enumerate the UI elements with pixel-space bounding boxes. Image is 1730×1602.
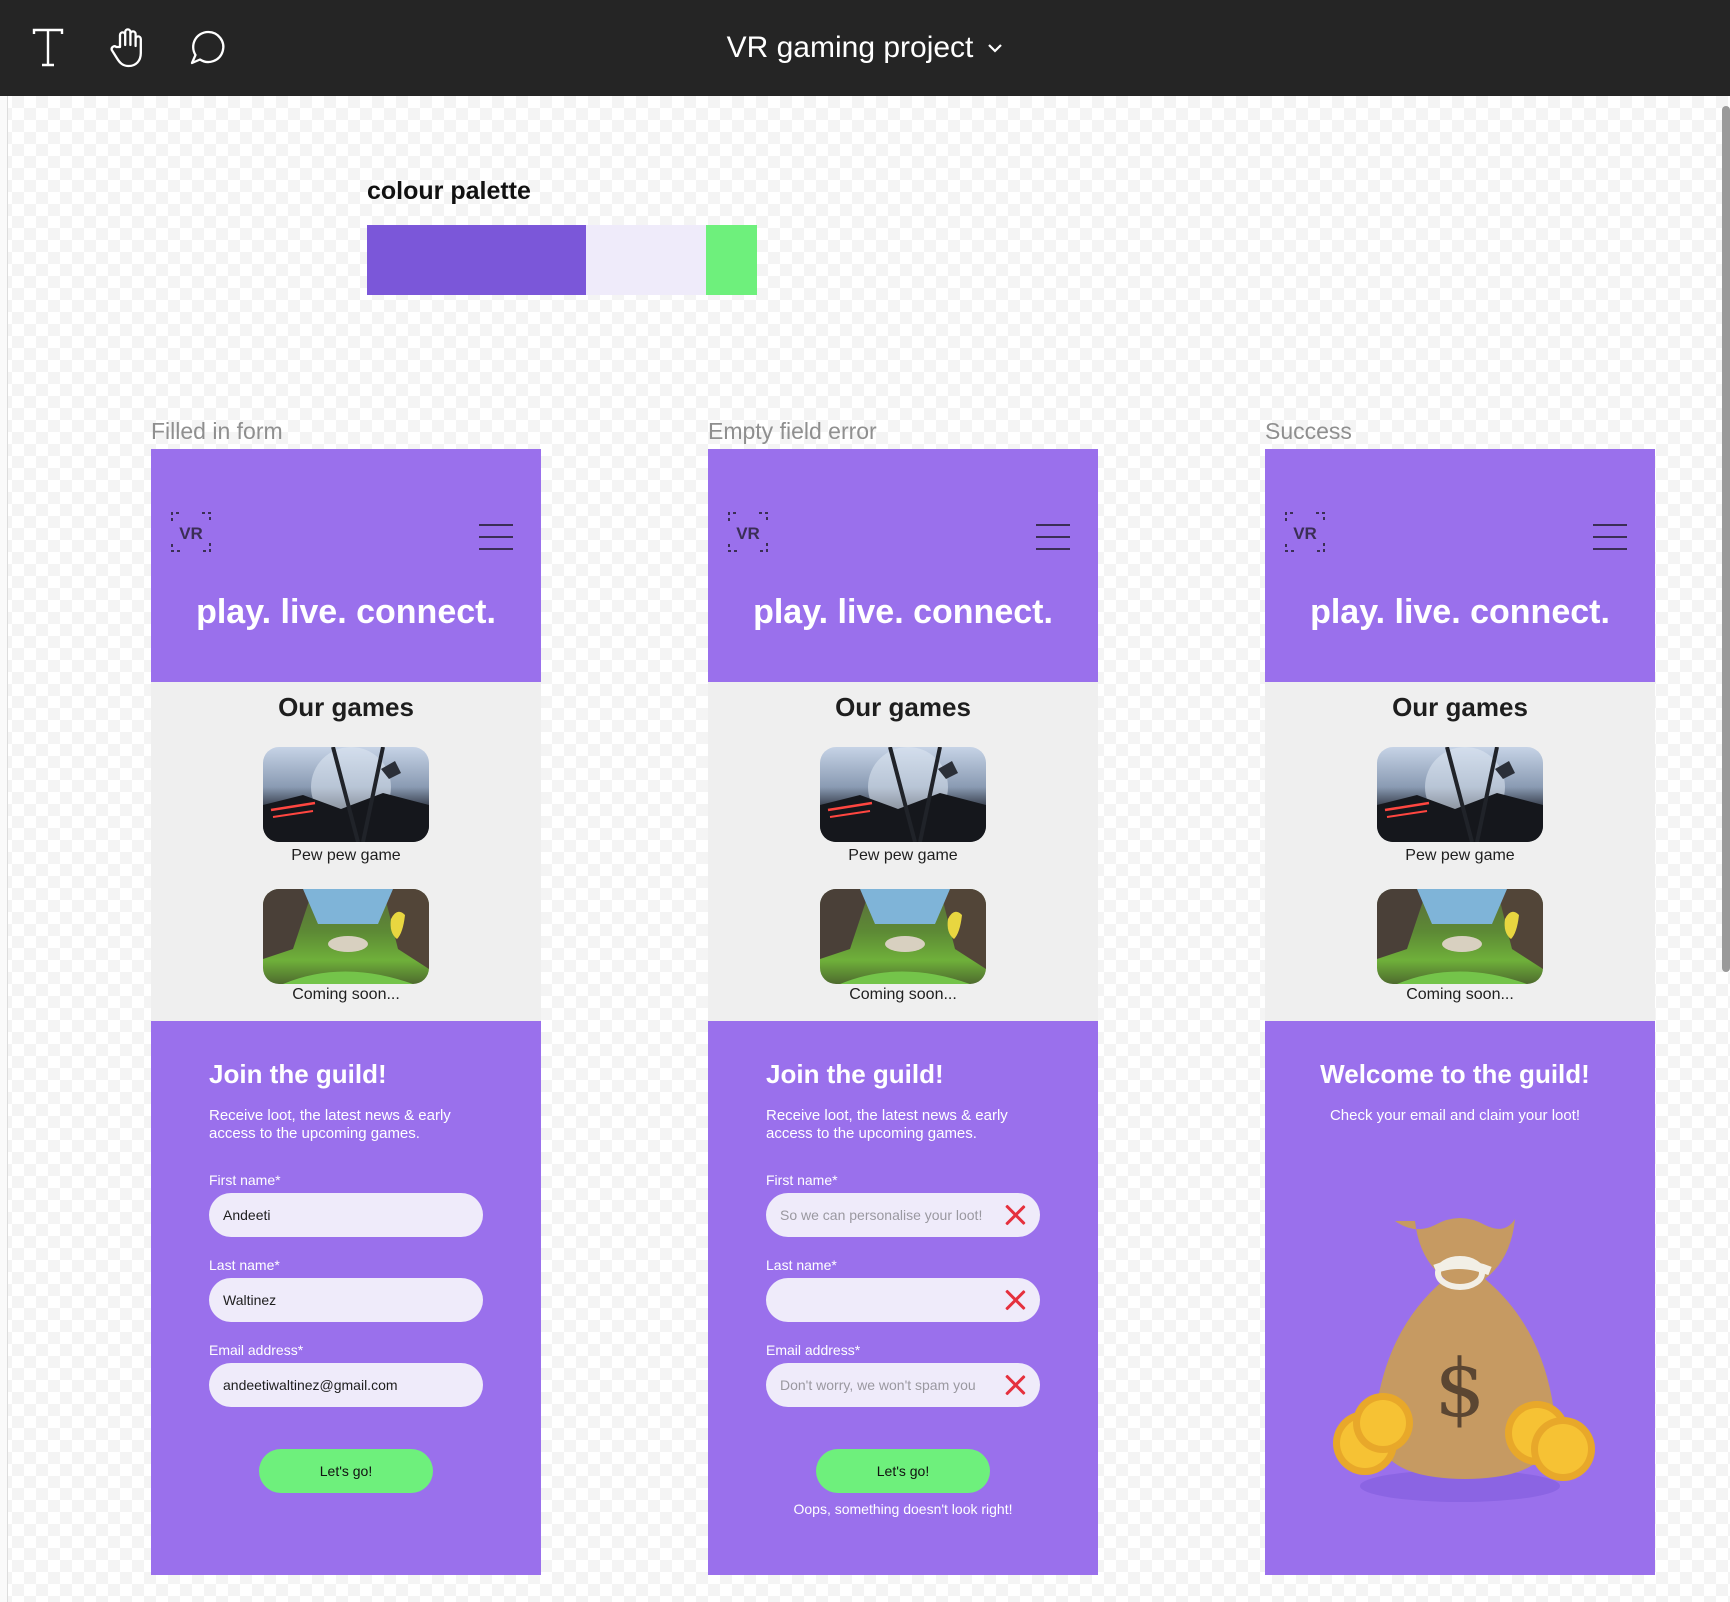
game-thumbnail-jungle[interactable] <box>263 889 429 984</box>
first-name-field[interactable]: So we can personalise your loot! <box>766 1193 1040 1237</box>
error-x-icon <box>1004 1289 1026 1311</box>
canvas-left-edge <box>0 96 8 1602</box>
hero-section: VR play. live. connect. <box>1265 449 1655 682</box>
email-field[interactable]: Don't worry, we won't spam you <box>766 1363 1040 1407</box>
last-name-value: Waltinez <box>223 1292 277 1308</box>
first-name-placeholder: So we can personalise your loot! <box>780 1207 983 1223</box>
game-caption: Pew pew game <box>291 847 401 864</box>
palette-title: colour palette <box>367 177 531 205</box>
frame-success[interactable]: VR play. live. connect. Our games Pew pe… <box>1265 449 1655 1575</box>
welcome-subtitle: Check your email and claim your loot! <box>1329 1107 1581 1124</box>
comment-tool-icon[interactable] <box>184 24 232 72</box>
games-title: Our games <box>835 692 971 722</box>
hamburger-menu-icon[interactable] <box>1036 524 1070 550</box>
first-name-field[interactable]: Andeeti <box>209 1193 483 1237</box>
game-caption: Pew pew game <box>1405 847 1515 864</box>
last-name-label: Last name* <box>209 1257 280 1273</box>
hamburger-menu-icon[interactable] <box>479 524 513 550</box>
game-thumbnail-space[interactable] <box>263 747 429 842</box>
top-toolbar: VR gaming project <box>0 0 1730 96</box>
colour-palette <box>367 225 757 295</box>
success-panel: Welcome to the guild! Check your email a… <box>1265 1021 1655 1575</box>
game-caption: Coming soon... <box>849 986 957 1003</box>
game-caption: Coming soon... <box>1406 986 1514 1003</box>
game-thumbnail-space[interactable] <box>1377 747 1543 842</box>
signup-form: Join the guild! Receive loot, the latest… <box>151 1021 541 1575</box>
hamburger-menu-icon[interactable] <box>1593 524 1627 550</box>
frame-label-filled[interactable]: Filled in form <box>151 418 283 445</box>
chevron-down-icon[interactable] <box>987 43 1003 53</box>
game-thumbnail-jungle[interactable] <box>820 889 986 984</box>
hand-tool-icon[interactable] <box>104 24 152 72</box>
palette-swatch-purple[interactable] <box>367 225 586 295</box>
games-title: Our games <box>278 692 414 722</box>
form-subtitle: Receive loot, the latest news & early ac… <box>766 1107 1008 1142</box>
error-x-icon <box>1004 1374 1026 1396</box>
error-message: Oops, something doesn't look right! <box>793 1501 1013 1517</box>
frame-empty-field-error[interactable]: VR play. live. connect. Our games Pew pe… <box>708 449 1098 1575</box>
submit-button[interactable]: Let's go! <box>816 1449 990 1493</box>
game-thumbnail-space[interactable] <box>820 747 986 842</box>
signup-form: Join the guild! Receive loot, the latest… <box>708 1021 1098 1575</box>
svg-text:$: $ <box>1435 1342 1486 1435</box>
email-label: Email address* <box>209 1342 304 1358</box>
svg-text:VR: VR <box>736 524 760 543</box>
svg-text:VR: VR <box>1293 524 1317 543</box>
svg-text:VR: VR <box>179 524 203 543</box>
game-thumbnail-jungle[interactable] <box>1377 889 1543 984</box>
tagline: play. live. connect. <box>196 593 496 631</box>
email-field[interactable]: andeetiwaltinez@gmail.com <box>209 1363 483 1407</box>
vr-logo-icon: VR <box>171 512 211 552</box>
palette-swatch-green[interactable] <box>706 225 757 295</box>
first-name-value: Andeeti <box>223 1207 271 1223</box>
submit-button[interactable]: Let's go! <box>259 1449 433 1493</box>
palette-swatch-lavender[interactable] <box>586 225 706 295</box>
vr-logo-icon: VR <box>728 512 768 552</box>
email-label: Email address* <box>766 1342 861 1358</box>
game-caption: Pew pew game <box>848 847 958 864</box>
frame-filled-form[interactable]: VR play. live. connect. Our games Pew pe… <box>151 449 541 1575</box>
games-title: Our games <box>1392 692 1528 722</box>
file-title[interactable]: VR gaming project <box>727 31 974 65</box>
frame-label-error[interactable]: Empty field error <box>708 418 877 445</box>
form-title: Join the guild! <box>209 1059 387 1089</box>
last-name-field[interactable]: Waltinez <box>209 1278 483 1322</box>
hero-section: VR play. live. connect. <box>151 449 541 682</box>
frame-label-success[interactable]: Success <box>1265 418 1352 445</box>
form-subtitle: Receive loot, the latest news & early ac… <box>209 1107 451 1142</box>
vr-logo-icon: VR <box>1285 512 1325 552</box>
tagline: play. live. connect. <box>753 593 1053 631</box>
last-name-label: Last name* <box>766 1257 837 1273</box>
vertical-scrollbar[interactable] <box>1722 106 1730 972</box>
error-x-icon <box>1004 1204 1026 1226</box>
email-value: andeetiwaltinez@gmail.com <box>223 1377 398 1393</box>
form-title: Join the guild! <box>766 1059 944 1089</box>
email-placeholder: Don't worry, we won't spam you <box>780 1377 976 1393</box>
last-name-field[interactable] <box>766 1278 1040 1322</box>
tagline: play. live. connect. <box>1310 593 1610 631</box>
text-tool-icon[interactable] <box>24 24 72 72</box>
welcome-title: Welcome to the guild! <box>1320 1059 1590 1089</box>
money-bag-icon: $ <box>1333 1218 1595 1502</box>
first-name-label: First name* <box>209 1172 281 1188</box>
hero-section: VR play. live. connect. <box>708 449 1098 682</box>
game-caption: Coming soon... <box>292 986 400 1003</box>
first-name-label: First name* <box>766 1172 838 1188</box>
